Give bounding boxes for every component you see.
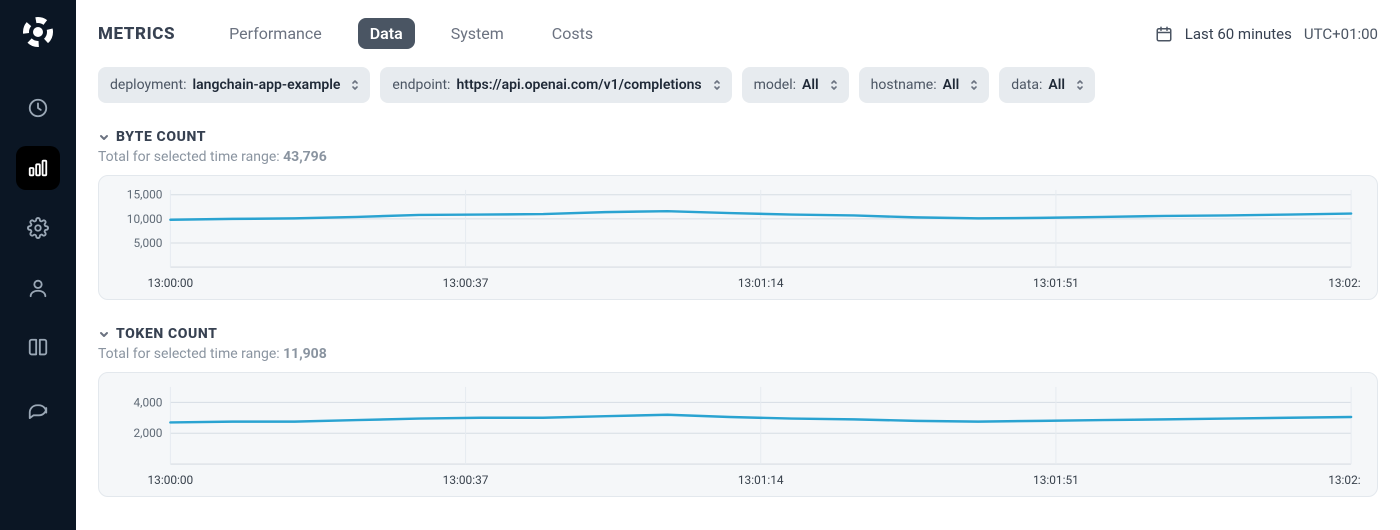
filters-row: deployment: langchain-app-example endpoi… bbox=[98, 67, 1378, 103]
tabs: Performance Data System Costs bbox=[217, 18, 605, 49]
chart-token-count: 2,000 4,000 13:00:00 13:00:37 13:01:14 13:01:… bbox=[98, 372, 1378, 497]
svg-text:13:02:28: 13:02:28 bbox=[1328, 276, 1361, 290]
chart-canvas-byte-count: 5,000 10,000 15,000 13:00:00 13:00:37 13:01:1… bbox=[115, 184, 1361, 293]
svg-text:13:01:51: 13:01:51 bbox=[1033, 276, 1079, 290]
filter-value: https://api.openai.com/v1/completions bbox=[456, 77, 701, 93]
filter-label: model: bbox=[754, 77, 796, 93]
chevron-sort-icon bbox=[350, 78, 360, 92]
time-range-selector[interactable]: Last 60 minutes UTC+01:00 bbox=[1155, 25, 1378, 43]
tab-performance[interactable]: Performance bbox=[217, 18, 334, 49]
filter-label: endpoint: bbox=[392, 77, 450, 93]
sidebar-item-docs[interactable] bbox=[16, 326, 60, 370]
tab-costs[interactable]: Costs bbox=[540, 18, 605, 49]
filter-label: hostname: bbox=[871, 77, 937, 93]
timezone-label: UTC+01:00 bbox=[1304, 25, 1378, 43]
svg-text:5,000: 5,000 bbox=[133, 236, 162, 250]
filter-deployment[interactable]: deployment: langchain-app-example bbox=[98, 67, 370, 103]
section-subtotal-byte-count: Total for selected time range: 43,796 bbox=[98, 149, 1378, 165]
page-title: METRICS bbox=[98, 24, 175, 44]
topbar: METRICS Performance Data System Costs La… bbox=[98, 18, 1378, 49]
chart-canvas-token-count: 2,000 4,000 13:00:00 13:00:37 13:01:14 13:01:… bbox=[115, 381, 1361, 490]
filter-value: langchain-app-example bbox=[193, 77, 341, 93]
chevron-down-icon[interactable] bbox=[98, 131, 110, 143]
section-token-count: TOKEN COUNT Total for selected time rang… bbox=[98, 326, 1378, 497]
svg-text:13:00:00: 13:00:00 bbox=[148, 276, 194, 290]
svg-text:15,000: 15,000 bbox=[127, 188, 163, 202]
sidebar-item-users[interactable] bbox=[16, 266, 60, 310]
sidebar-item-history[interactable] bbox=[16, 86, 60, 130]
svg-text:13:00:00: 13:00:00 bbox=[148, 473, 194, 487]
tab-data[interactable]: Data bbox=[358, 18, 415, 49]
tab-system[interactable]: System bbox=[439, 18, 516, 49]
filter-label: data: bbox=[1011, 77, 1042, 93]
sidebar-item-settings[interactable] bbox=[16, 206, 60, 250]
filter-value: All bbox=[943, 77, 960, 93]
section-title-token-count: TOKEN COUNT bbox=[116, 326, 217, 342]
filter-label: deployment: bbox=[110, 77, 187, 93]
svg-text:10,000: 10,000 bbox=[127, 212, 163, 226]
svg-text:13:02:28: 13:02:28 bbox=[1328, 473, 1361, 487]
svg-text:2,000: 2,000 bbox=[133, 426, 162, 440]
svg-text:13:01:14: 13:01:14 bbox=[738, 473, 784, 487]
filter-endpoint[interactable]: endpoint: https://api.openai.com/v1/comp… bbox=[380, 67, 731, 103]
chevron-down-icon[interactable] bbox=[98, 328, 110, 340]
svg-text:13:01:51: 13:01:51 bbox=[1033, 473, 1079, 487]
chevron-sort-icon bbox=[712, 78, 722, 92]
sidebar-item-chat[interactable] bbox=[16, 386, 60, 430]
svg-text:13:00:37: 13:00:37 bbox=[443, 473, 489, 487]
section-subtotal-token-count: Total for selected time range: 11,908 bbox=[98, 346, 1378, 362]
chart-byte-count: 5,000 10,000 15,000 13:00:00 13:00:37 13:01:1… bbox=[98, 175, 1378, 300]
section-title-byte-count: BYTE COUNT bbox=[116, 129, 206, 145]
chevron-sort-icon bbox=[1075, 78, 1085, 92]
calendar-icon bbox=[1155, 25, 1173, 43]
chevron-sort-icon bbox=[969, 78, 979, 92]
filter-value: All bbox=[1048, 77, 1065, 93]
filter-value: All bbox=[802, 77, 819, 93]
section-byte-count: BYTE COUNT Total for selected time range… bbox=[98, 129, 1378, 300]
filter-data[interactable]: data: All bbox=[999, 67, 1095, 103]
svg-text:13:00:37: 13:00:37 bbox=[443, 276, 489, 290]
sidebar-item-metrics[interactable] bbox=[16, 146, 60, 190]
svg-text:13:01:14: 13:01:14 bbox=[738, 276, 784, 290]
sidebar bbox=[0, 0, 76, 530]
svg-text:4,000: 4,000 bbox=[133, 395, 162, 409]
filter-model[interactable]: model: All bbox=[742, 67, 849, 103]
brand-logo bbox=[20, 14, 56, 50]
time-range-label: Last 60 minutes bbox=[1185, 25, 1292, 43]
filter-hostname[interactable]: hostname: All bbox=[859, 67, 990, 103]
main-content: METRICS Performance Data System Costs La… bbox=[76, 0, 1400, 530]
chevron-sort-icon bbox=[829, 78, 839, 92]
